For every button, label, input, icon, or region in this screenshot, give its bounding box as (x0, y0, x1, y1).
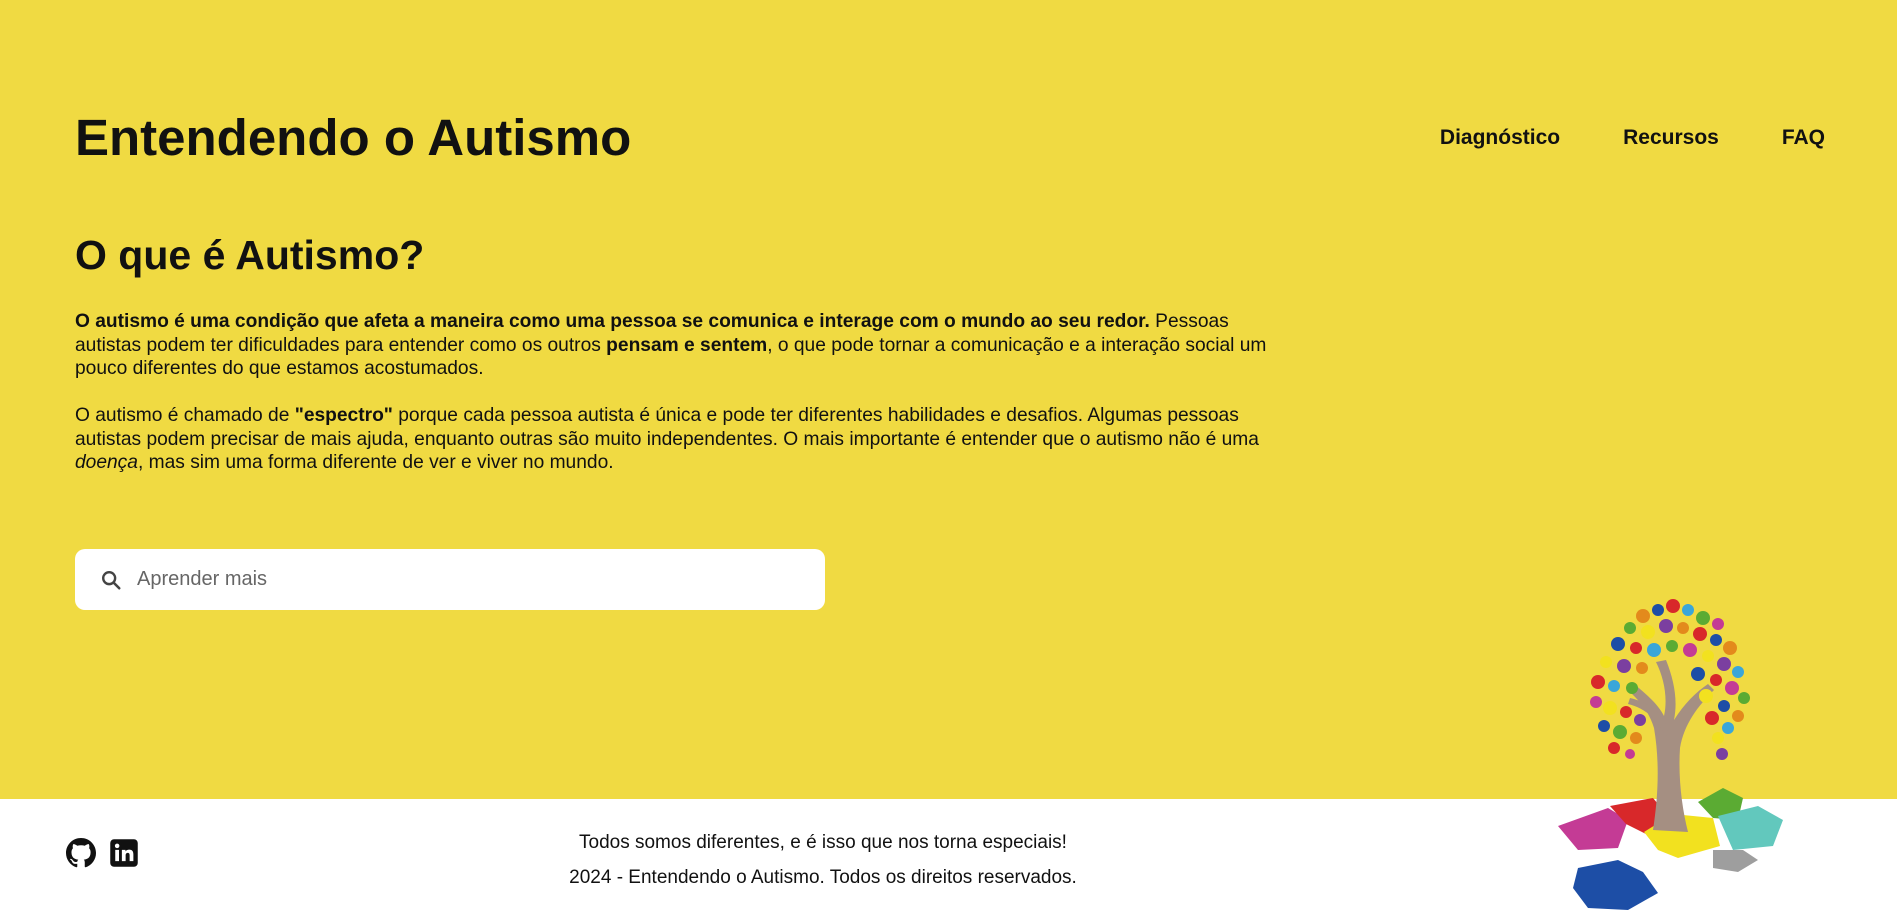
intro-paragraph: O autismo é uma condição que afeta a man… (75, 310, 1295, 381)
nav-link-diagnostico[interactable]: Diagnóstico (1440, 126, 1560, 150)
footer-text: Todos somos diferentes, e é isso que nos… (0, 825, 1646, 895)
search-bar[interactable] (75, 549, 825, 610)
footer-tagline: Todos somos diferentes, e é isso que nos… (579, 832, 1067, 853)
section-title: O que é Autismo? (75, 232, 425, 278)
spectrum-bold: "espectro" (294, 405, 393, 426)
intro-bold-lead: O autismo é uma condição que afeta a man… (75, 311, 1150, 332)
footer-copyright: 2024 - Entendendo o Autismo. Todos os di… (569, 867, 1077, 888)
spectrum-paragraph: O autismo é chamado de "espectro" porque… (75, 404, 1295, 475)
site-title: Entendendo o Autismo (75, 109, 632, 166)
puzzle-tree-illustration (1558, 599, 1783, 910)
spectrum-italic: doença (75, 452, 138, 473)
search-icon (99, 568, 123, 592)
search-input[interactable] (137, 559, 797, 600)
intro-bold-mid: pensam e sentem (606, 334, 768, 356)
site-header: Entendendo o Autismo Diagnóstico Recurso… (75, 108, 1825, 168)
spectrum-text-a: O autismo é chamado de (75, 405, 295, 426)
spectrum-text-c: , mas sim uma forma diferente de ver e v… (137, 452, 614, 473)
nav-link-faq[interactable]: FAQ (1782, 126, 1825, 150)
nav-link-recursos[interactable]: Recursos (1623, 126, 1719, 150)
main-nav: Diagnóstico Recursos FAQ (1440, 108, 1825, 168)
about-autism-section: O que é Autismo? O autismo é uma condiçã… (75, 230, 1295, 475)
